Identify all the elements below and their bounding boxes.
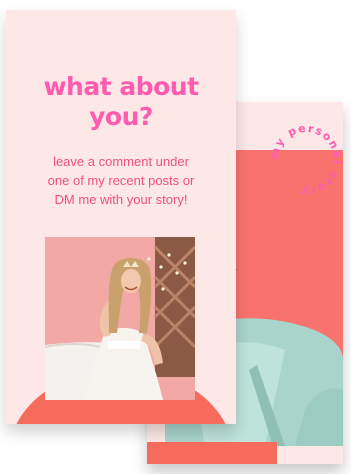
body-line-3: DM me with your story! bbox=[54, 192, 188, 207]
headline-line-2: you? bbox=[89, 102, 153, 131]
front-story-card: what about you? leave a comment under on… bbox=[6, 10, 236, 424]
body-text: leave a comment under one of my recent p… bbox=[16, 152, 226, 209]
my-personal-story-badge: my personal story bbox=[268, 122, 344, 198]
back-card-coral-shape bbox=[147, 442, 277, 464]
story-cards-stack: my personal story what about you? leave … bbox=[0, 0, 351, 474]
headline: what about you? bbox=[6, 72, 236, 132]
headline-line-1: what about bbox=[43, 72, 199, 101]
woman-in-white-dress-illustration bbox=[45, 237, 195, 400]
svg-text:my personal story: my personal story bbox=[268, 122, 344, 198]
body-line-2: one of my recent posts or bbox=[47, 173, 195, 188]
badge-text: my personal story bbox=[268, 122, 343, 198]
woman-photo bbox=[45, 237, 195, 400]
body-line-1: leave a comment under bbox=[53, 154, 189, 169]
